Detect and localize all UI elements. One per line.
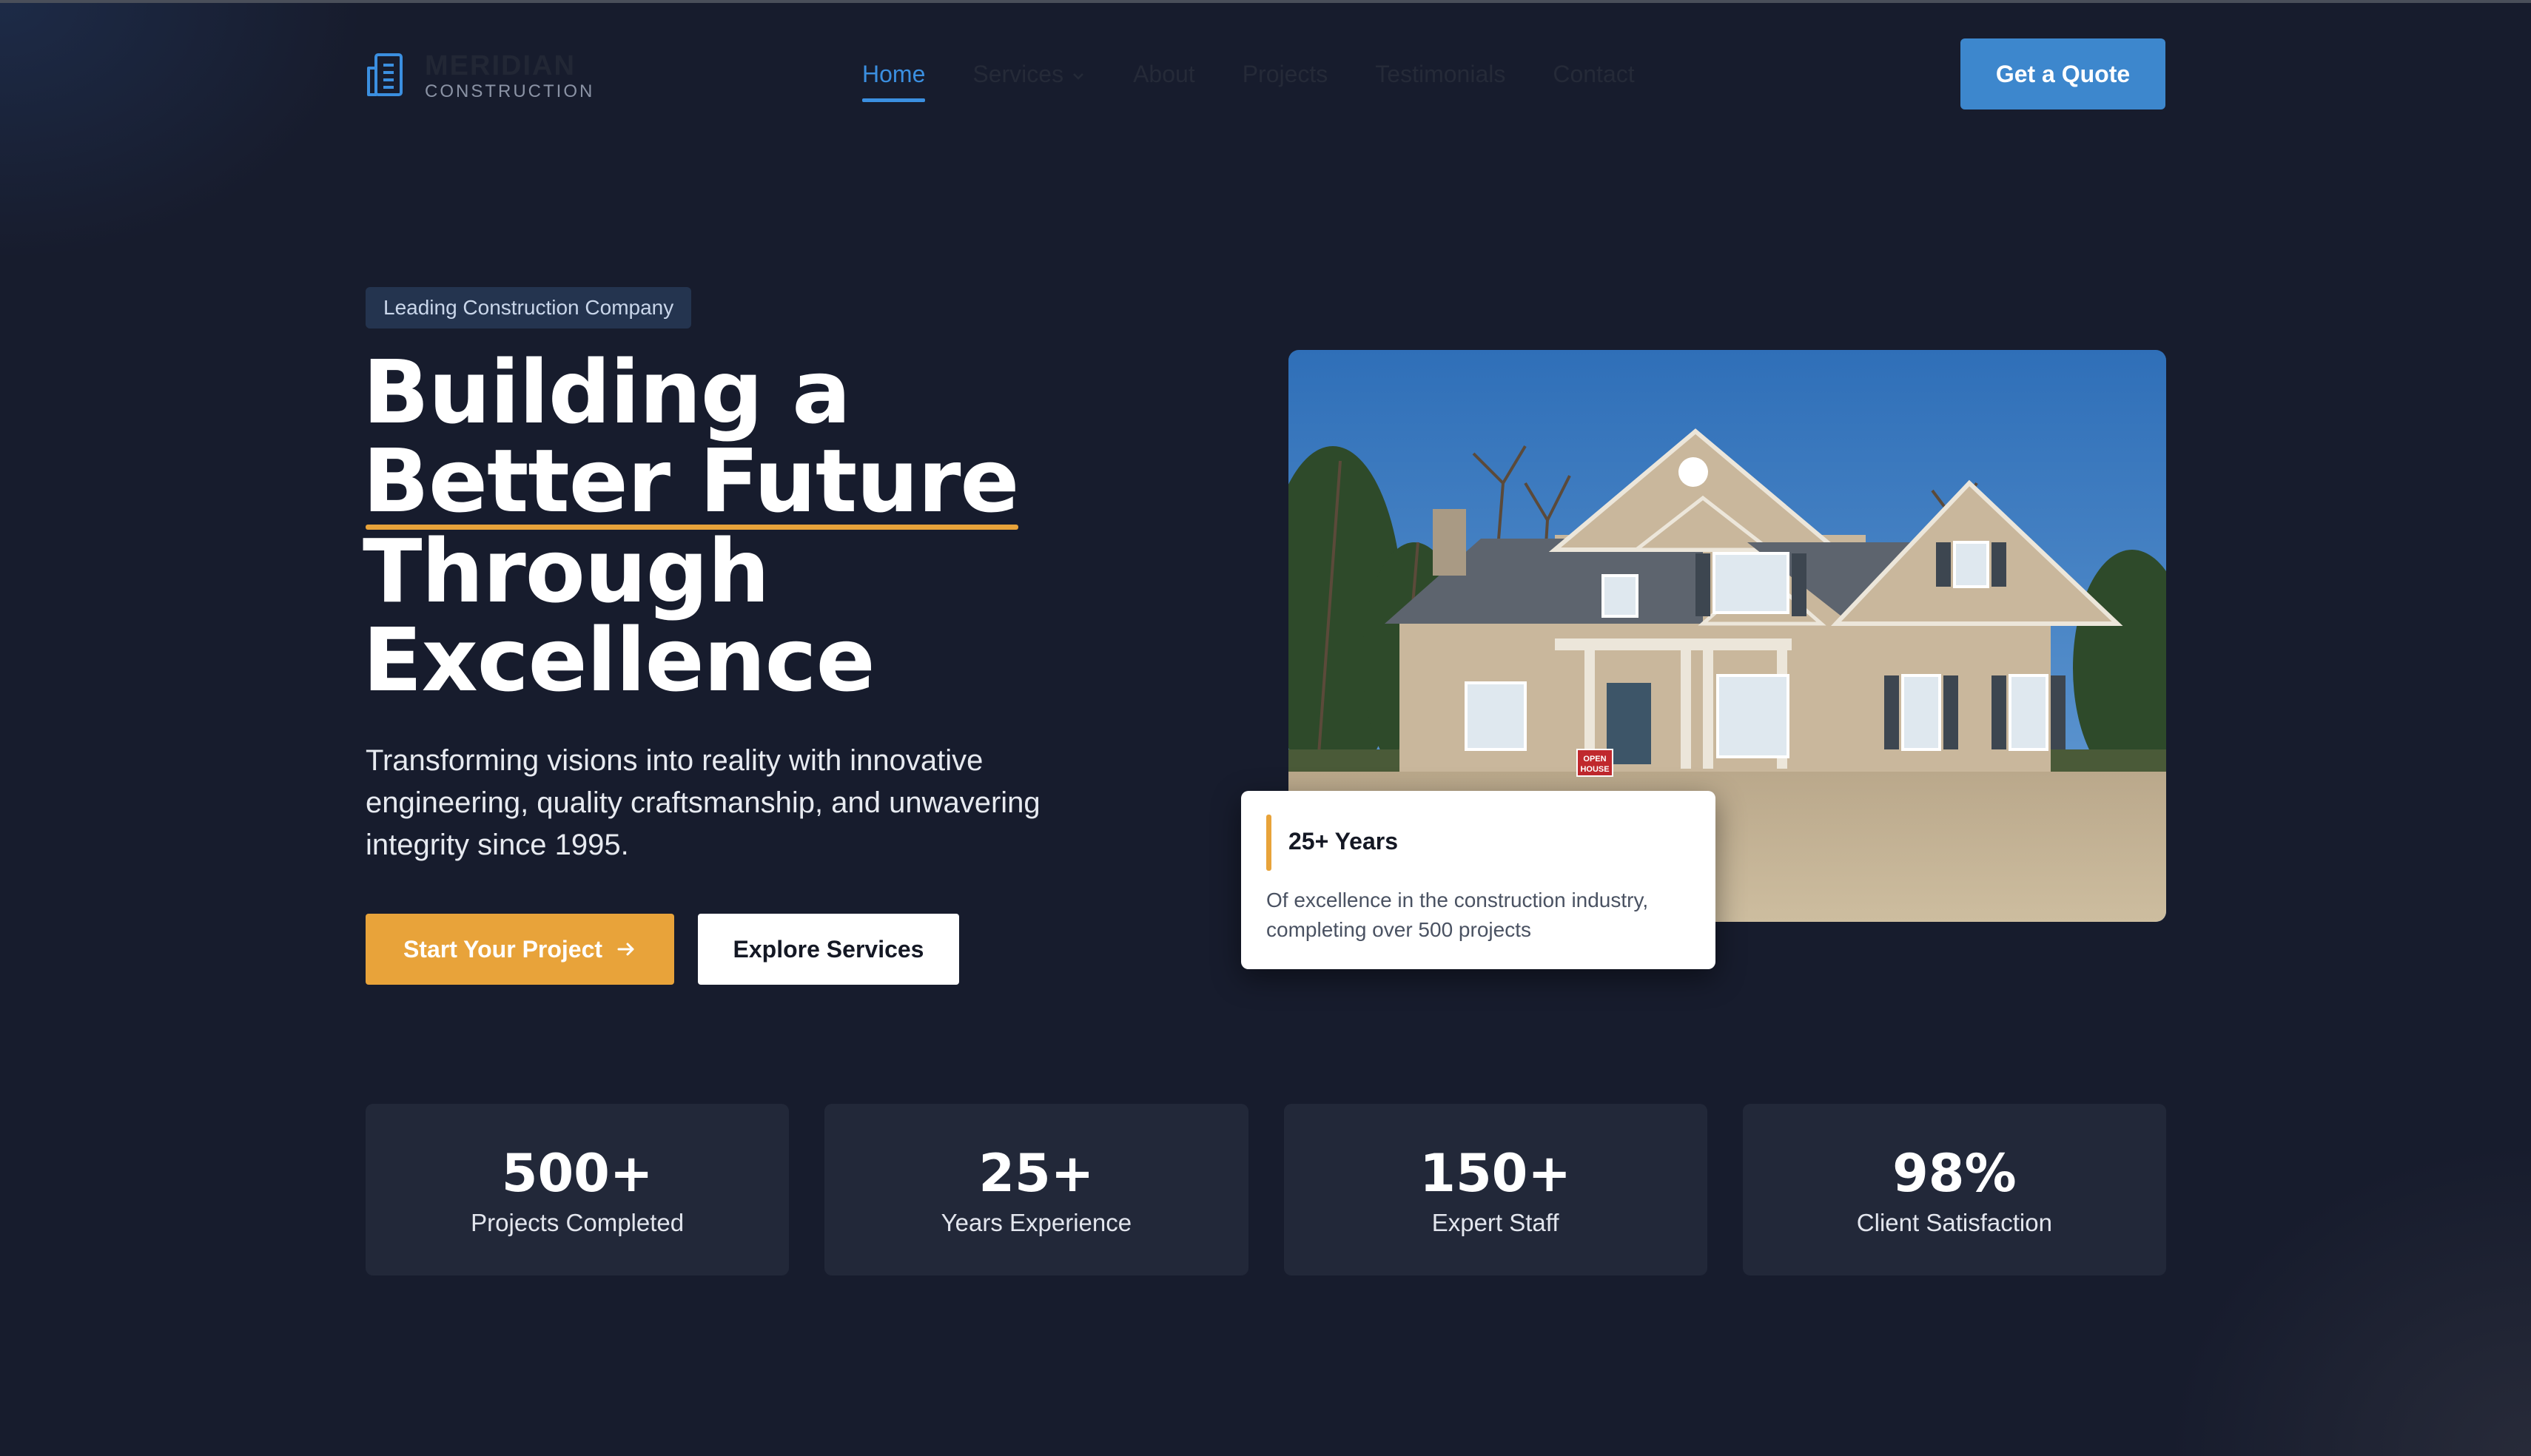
nav-home[interactable]: Home [862,58,926,105]
nav-about-label: About [1133,61,1195,87]
stat-card: 25+ Years Experience [824,1104,1248,1275]
stat-value: 500+ [501,1143,653,1204]
experience-card: 25+ Years Of excellence in the construct… [1241,791,1715,969]
nav-services[interactable]: Services [972,58,1086,105]
sign-text-2: HOUSE [1580,765,1609,774]
hero-title-highlight: Better Future [363,430,1019,532]
hero-badge: Leading Construction Company [366,287,692,328]
nav-contact-label: Contact [1553,61,1635,87]
hero-title-line-1: Building a [363,341,851,443]
stat-value: 98% [1892,1143,2017,1204]
hero-title-line-4: Excellence [363,609,875,711]
stat-label: Years Experience [941,1209,1132,1236]
experience-title: 25+ Years [1288,828,1399,855]
nav-testimonials-label: Testimonials [1375,61,1506,87]
start-project-label: Start Your Project [403,935,603,963]
get-quote-button[interactable]: Get a Quote [1960,38,2165,109]
hero-title: Building a Better Future Through Excelle… [363,348,1251,704]
nav-projects[interactable]: Projects [1243,58,1328,105]
nav-about[interactable]: About [1133,58,1195,105]
stat-card: 150+ Expert Staff [1283,1104,1707,1275]
building-icon [367,53,403,96]
stat-value: 150+ [1419,1143,1572,1204]
stat-value: 25+ [978,1143,1095,1204]
nav-projects-label: Projects [1242,61,1328,87]
arrow-right-icon [617,943,634,956]
window-top-border [0,0,2531,3]
landing-page: MERIDIAN CONSTRUCTION Home Services Abou… [0,0,2531,1456]
stat-card: 500+ Projects Completed [366,1104,790,1275]
experience-accent-bar [1266,815,1271,871]
stats-row: 500+ Projects Completed 25+ Years Experi… [366,1104,2166,1275]
stat-card: 98% Client Satisfaction [1742,1104,2166,1275]
sign-text-1: OPEN [1583,755,1606,764]
stat-label: Expert Staff [1431,1209,1559,1236]
brand-subtitle: CONSTRUCTION [425,81,595,101]
brand-name: MERIDIAN [425,50,576,81]
nav-services-label: Services [972,61,1064,87]
nav-home-label: Home [862,61,926,87]
stat-label: Projects Completed [471,1209,685,1236]
chevron-down-icon [1073,73,1083,80]
hero-title-line-3: Through [363,520,770,622]
nav-contact[interactable]: Contact [1553,58,1634,105]
main-nav: Home Services About Projects Testimonial… [862,58,1635,105]
hero-subtitle: Transforming visions into reality with i… [366,744,1041,861]
experience-text: Of excellence in the construction indust… [1266,889,1649,941]
start-project-button[interactable]: Start Your Project [366,914,674,985]
stat-label: Client Satisfaction [1856,1209,2052,1236]
explore-services-button[interactable]: Explore Services [698,914,959,985]
nav-testimonials[interactable]: Testimonials [1375,58,1505,105]
